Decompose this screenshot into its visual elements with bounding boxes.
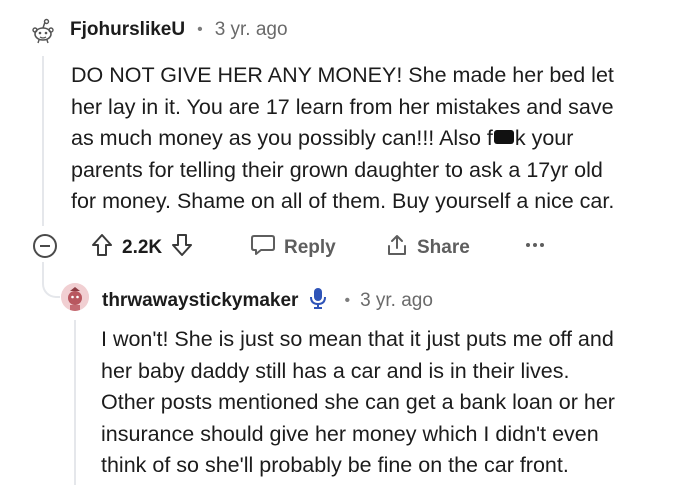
reply-timestamp: 3 yr. ago	[360, 289, 433, 311]
comment-header: FjohurslikeU • 3 yr. ago	[70, 19, 288, 41]
reply-username[interactable]: thrwawaystickymaker	[102, 290, 298, 312]
reply-body-line: insurance should give her money which I …	[101, 421, 599, 446]
speech-bubble-icon	[250, 233, 276, 263]
share-label: Share	[417, 237, 470, 258]
comment-body-fragment: as much money as you possibly can!!! Als…	[71, 126, 493, 150]
reply-body-line: her baby daddy still has a car and is in…	[101, 358, 570, 383]
comment-body-line: parents for telling their grown daughter…	[71, 157, 603, 182]
reply-thread-line	[74, 320, 76, 485]
microphone-badge-icon	[308, 286, 328, 315]
collapse-minus-icon[interactable]	[33, 234, 57, 258]
comment-thread-line	[42, 56, 44, 226]
comment-body: DO NOT GIVE HER ANY MONEY! She made her …	[71, 60, 614, 218]
more-options-icon[interactable]	[526, 243, 544, 247]
reply-body-line: Other posts mentioned she can get a bank…	[101, 390, 615, 414]
vote-count: 2.2K	[122, 237, 163, 258]
reply-thread-connector	[42, 262, 60, 298]
comment-body-fragment: k your	[514, 126, 574, 150]
comment-timestamp: 3 yr. ago	[214, 19, 288, 40]
comment-body-line: DO NOT GIVE HER ANY MONEY! She made her …	[71, 63, 614, 87]
reply-button[interactable]: Reply	[250, 233, 336, 263]
censor-mark	[493, 130, 514, 144]
reply-label: Reply	[284, 237, 336, 258]
snoo-avatar-icon[interactable]	[30, 18, 56, 44]
share-button[interactable]: Share	[385, 233, 470, 263]
share-icon	[385, 233, 409, 263]
comment-body-line: as much money as you possibly can!!! Als…	[71, 123, 614, 155]
comment-body-line: for money. Shame on all of them. Buy you…	[71, 189, 615, 213]
downvote-arrow-icon[interactable]	[171, 233, 193, 263]
comment-username[interactable]: FjohurslikeU	[70, 19, 185, 41]
user-avatar-icon[interactable]	[61, 283, 89, 311]
reply-body-line: think of so she'll probably be fine on t…	[101, 453, 569, 477]
comment-body-line: her lay in it. You are 17 learn from her…	[71, 94, 614, 119]
reply-header: thrwawaystickymaker • 3 yr. ago	[102, 286, 433, 315]
meta-separator: •	[197, 21, 203, 38]
reply-body-line: I won't! She is just so mean that it jus…	[101, 327, 614, 351]
reply-body: I won't! She is just so mean that it jus…	[101, 324, 615, 482]
meta-separator: •	[344, 291, 351, 309]
vote-controls: 2.2K	[91, 233, 193, 263]
upvote-arrow-icon[interactable]	[91, 233, 113, 263]
